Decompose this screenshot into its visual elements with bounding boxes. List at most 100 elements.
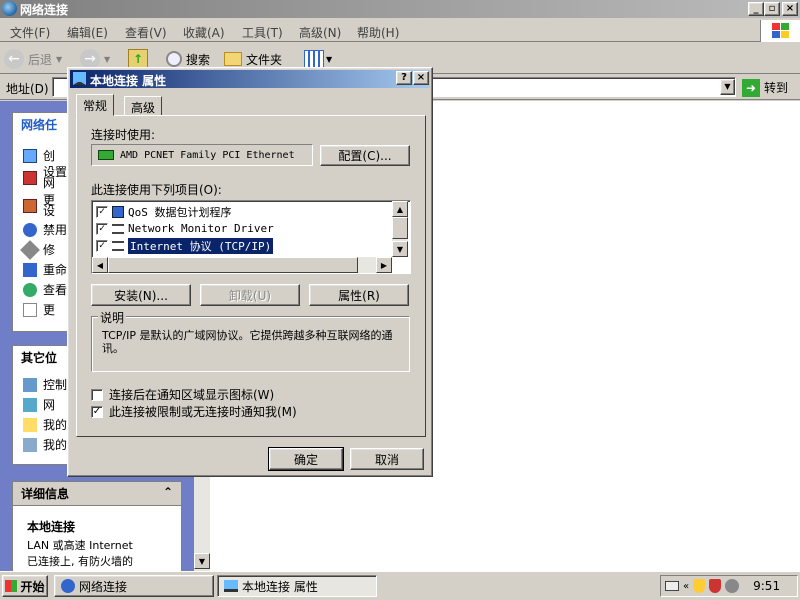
- list-item[interactable]: ✓ Network Monitor Driver: [96, 220, 274, 237]
- tab-advanced[interactable]: 高级: [124, 96, 163, 116]
- connect-using-label: 连接时使用:: [91, 128, 156, 142]
- list-item[interactable]: ✓ QoS 数据包计划程序: [96, 203, 232, 220]
- chevron-down-icon: ▼: [326, 54, 333, 64]
- task-item[interactable]: 更: [23, 301, 55, 318]
- list-item-selected[interactable]: ✓ Internet 协议 (TCP/IP): [96, 236, 275, 255]
- forward-arrow-icon: →: [80, 49, 100, 69]
- task-item[interactable]: 重命: [23, 261, 67, 278]
- adapter-name: AMD PCNET Family PCI Ethernet: [120, 149, 295, 161]
- items-label: 此连接使用下列项目(O):: [91, 183, 222, 197]
- configure-button[interactable]: 配置(C)...: [320, 145, 410, 166]
- start-button[interactable]: 开始: [2, 575, 48, 597]
- task-item[interactable]: 创: [23, 147, 55, 164]
- details-name: 本地连接: [27, 520, 76, 534]
- show-icon-checkbox[interactable]: [91, 388, 103, 401]
- keyboard-icon[interactable]: [665, 581, 679, 591]
- uninstall-button[interactable]: 卸载(U): [200, 284, 300, 306]
- network-places-icon: [23, 397, 37, 412]
- go-arrow-icon: ➜: [742, 78, 760, 97]
- minimize-button[interactable]: _: [748, 2, 764, 16]
- install-button[interactable]: 安装(N)...: [91, 284, 191, 306]
- disable-icon: [23, 222, 37, 237]
- place-item[interactable]: 我的: [23, 436, 67, 453]
- go-button[interactable]: ➜ 转到: [742, 78, 788, 97]
- adapter-field: AMD PCNET Family PCI Ethernet: [91, 144, 313, 166]
- chevron-down-icon: ▼: [104, 54, 111, 64]
- task-item[interactable]: 设置 网: [23, 166, 67, 189]
- network-card-icon: [98, 150, 114, 160]
- address-dropdown-button[interactable]: ▼: [720, 79, 735, 95]
- scroll-left-button[interactable]: ◀: [92, 257, 108, 273]
- list-horizontal-scrollbar[interactable]: ◀ ▶: [92, 257, 392, 273]
- details-type: LAN 或高速 Internet: [27, 539, 133, 552]
- taskbar-item-network[interactable]: 网络连接: [54, 575, 214, 597]
- address-label: 地址(D): [6, 82, 49, 96]
- notify-checkbox[interactable]: ✓: [91, 405, 103, 418]
- ok-button[interactable]: 确定: [268, 447, 344, 471]
- folder-icon: [224, 52, 242, 66]
- network-status-icon[interactable]: [725, 579, 740, 593]
- main-title-bar: 网络连接 _ ▫ ×: [0, 0, 800, 18]
- network-globe-icon: [2, 1, 17, 16]
- up-folder-button[interactable]: ↑: [128, 49, 148, 69]
- component-checkbox[interactable]: ✓: [96, 205, 108, 218]
- tab-general[interactable]: 常规: [76, 94, 115, 116]
- menu-help[interactable]: 帮助(H): [357, 24, 399, 41]
- back-arrow-icon: ←: [4, 49, 24, 69]
- component-checkbox[interactable]: ✓: [96, 239, 108, 252]
- views-icon: [304, 50, 324, 68]
- properties-button[interactable]: 属性(R): [309, 284, 409, 306]
- show-icon-option[interactable]: 连接后在通知区域显示图标(W): [91, 386, 274, 403]
- list-vertical-scrollbar[interactable]: ▲ ▼: [392, 201, 408, 257]
- scroll-down-button[interactable]: ▼: [194, 553, 210, 569]
- rename-icon: [23, 262, 37, 277]
- scroll-thumb[interactable]: [392, 217, 408, 239]
- menu-edit[interactable]: 编辑(E): [67, 24, 108, 41]
- protocol-icon: [112, 240, 124, 251]
- component-checkbox[interactable]: ✓: [96, 222, 108, 235]
- network-globe-icon: [61, 579, 75, 593]
- shield-icon[interactable]: [693, 579, 706, 593]
- create-connection-icon: [23, 148, 37, 163]
- hscroll-thumb[interactable]: [108, 257, 358, 273]
- menu-advanced[interactable]: 高级(N): [299, 24, 341, 41]
- menu-view[interactable]: 查看(V): [125, 24, 167, 41]
- place-item[interactable]: 控制: [23, 376, 67, 393]
- task-item[interactable]: 更 设: [23, 194, 55, 217]
- place-item[interactable]: 网: [23, 396, 55, 413]
- menu-tools[interactable]: 工具(T): [242, 24, 283, 41]
- details-header[interactable]: 详细信息 ⌃: [13, 482, 181, 506]
- task-item[interactable]: 查看: [23, 281, 67, 298]
- search-icon: [166, 51, 182, 67]
- taskbar: 开始 网络连接 本地连接 属性 « 9:51: [0, 571, 800, 600]
- show-hidden-icons-chevron-icon[interactable]: «: [683, 581, 689, 592]
- task-item[interactable]: 修: [20, 239, 55, 260]
- back-button[interactable]: ← 后退 ▼: [4, 48, 62, 70]
- menu-favorites[interactable]: 收藏(A): [183, 24, 225, 41]
- taskbar-item-properties[interactable]: 本地连接 属性: [217, 575, 377, 597]
- description-title: 说明: [98, 309, 127, 326]
- menu-file[interactable]: 文件(F): [10, 24, 50, 41]
- network-adapter-icon: [73, 72, 86, 85]
- tab-page: 连接时使用: AMD PCNET Family PCI Ethernet 配置(…: [76, 115, 426, 437]
- help-button[interactable]: ?: [396, 71, 412, 85]
- restore-button[interactable]: ▫: [764, 2, 780, 16]
- cancel-button[interactable]: 取消: [350, 448, 424, 470]
- scroll-right-button[interactable]: ▶: [376, 257, 392, 273]
- dialog-close-button[interactable]: ×: [413, 71, 429, 85]
- notify-option[interactable]: ✓ 此连接被限制或无连接时通知我(M): [91, 403, 297, 420]
- components-list[interactable]: ✓ QoS 数据包计划程序 ✓ Network Monitor Driver ✓…: [91, 200, 411, 274]
- task-item[interactable]: 禁用: [23, 221, 67, 238]
- house-icon: [23, 171, 37, 185]
- collapse-chevron-icon[interactable]: ⌃: [163, 485, 173, 502]
- settings-doc-icon: [23, 302, 37, 317]
- clock: 9:51: [753, 579, 781, 593]
- security-alert-icon[interactable]: [709, 579, 722, 593]
- place-item[interactable]: 我的: [23, 416, 67, 433]
- close-button[interactable]: ×: [782, 2, 798, 16]
- scroll-down-button[interactable]: ▼: [392, 241, 408, 257]
- firewall-icon: [23, 199, 37, 213]
- details-status: 已连接上, 有防火墙的: [27, 555, 133, 568]
- scroll-up-button[interactable]: ▲: [392, 201, 408, 217]
- control-panel-icon: [23, 377, 37, 392]
